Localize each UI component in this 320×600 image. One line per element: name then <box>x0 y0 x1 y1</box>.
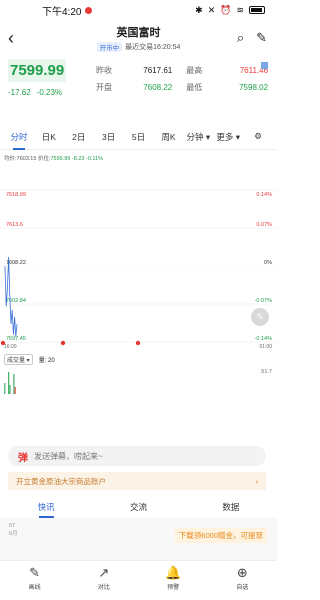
danmu-placeholder: 发送弹幕，唠起来~ <box>34 451 103 461</box>
open-value: 7608.22 <box>143 82 173 92</box>
news-area: 07 6月 下载领6000赠金，可提现 <box>0 518 277 560</box>
volume-bar <box>9 385 11 394</box>
y-tick-label: 7618.99 <box>6 192 26 198</box>
account-ad-banner[interactable]: 开立黄金原油大宗商品账户 › <box>8 472 266 490</box>
draw-tool-icon[interactable]: ✎ <box>251 308 269 326</box>
tab-flash-news[interactable]: 快讯 <box>0 496 92 518</box>
y-tick-label-right: 0.14% <box>256 192 272 198</box>
battery-icon <box>249 6 265 14</box>
last-trade-time: 最近交易16:20:54 <box>125 44 181 51</box>
edit-icon[interactable]: ✎ <box>256 30 267 46</box>
x-tick-label: 16:00 <box>4 344 17 350</box>
current-price: 7599.99 <box>8 59 66 82</box>
tab-3day[interactable]: 3日 <box>94 131 124 143</box>
tab-more[interactable]: 更多 ▾ <box>213 131 243 143</box>
status-time: 下午4:20 <box>42 6 82 18</box>
bell-icon: 🔔 <box>165 565 182 580</box>
alarm-icon: ⏰ <box>220 4 232 15</box>
tab-intraday[interactable]: 分时 <box>4 131 34 150</box>
low-value: 7598.02 <box>239 82 269 92</box>
x-tick-label: 01:00 <box>259 344 272 350</box>
volume-label: 量: 20 <box>38 358 55 364</box>
tab-discussion[interactable]: 交流 <box>92 496 184 518</box>
y-tick-label-right: -0.07% <box>255 298 273 304</box>
tab-daily-k[interactable]: 日K <box>34 131 64 143</box>
low-label: 最低 <box>186 82 203 92</box>
watchlist-button[interactable]: ⊕ 自选 <box>208 561 277 600</box>
event-marker <box>135 340 141 346</box>
mute-icon: ✕ <box>207 4 216 15</box>
draw-line-button[interactable]: ✎ 画线 <box>0 561 69 600</box>
volume-bar <box>4 383 6 394</box>
volume-bar <box>8 372 10 394</box>
content-tabs: 快讯 交流 数据 <box>0 496 277 518</box>
wifi-icon: ≋ <box>236 4 244 15</box>
alert-button[interactable]: 🔔 预警 <box>139 561 208 600</box>
y-tick-label-right: -0.14% <box>255 336 273 342</box>
price-change-pct: -0.23% <box>36 88 63 97</box>
bottom-toolbar: ✎ 画线 ↗ 对比 🔔 预警 ⊕ 自选 <box>0 560 277 600</box>
notification-dot-icon <box>85 6 93 14</box>
search-icon[interactable]: ⌕ <box>237 30 244 46</box>
tab-2day[interactable]: 2日 <box>64 131 94 143</box>
avg-price-line: 均价:7603.15 价位:7599.99 -8.23 -0.11% <box>4 156 104 162</box>
prev-close-label: 昨收 <box>96 65 112 75</box>
chevron-right-icon: › <box>255 476 259 486</box>
high-value: 7611.46 <box>239 65 269 75</box>
volume-bar <box>13 374 15 394</box>
status-bar: 下午4:20 ✱ ✕ ⏰ ≋ <box>0 0 277 20</box>
volume-selector[interactable]: 成交量 ▾ <box>4 354 33 365</box>
price-change: -17.62 <box>8 88 31 97</box>
high-label: 最高 <box>186 65 203 75</box>
back-icon[interactable]: ‹ <box>8 28 14 49</box>
download-promo[interactable]: 下载领6000赠金，可提现 <box>174 528 267 543</box>
open-label: 开盘 <box>96 82 112 92</box>
tab-5day[interactable]: 5日 <box>124 131 154 143</box>
add-watchlist-icon: ⊕ <box>236 565 248 580</box>
price-series-line <box>4 256 18 337</box>
compare-chart-icon: ↗ <box>98 565 110 580</box>
y-tick-label: 7602.84 <box>6 298 26 304</box>
y-tick-label: 7597.45 <box>6 336 26 342</box>
page-title: 英国富时 <box>116 27 161 39</box>
y-tick-label-right: 0.07% <box>256 222 272 228</box>
y-tick-label-right: 0% <box>264 260 272 266</box>
danmu-icon: 弹 <box>18 452 28 464</box>
event-marker <box>60 340 66 346</box>
prev-close-value: 7617.61 <box>143 65 173 75</box>
expand-icon[interactable] <box>261 62 268 69</box>
quote-panel: 7599.99 -17.62 -0.23% 昨收 7617.61 最高 7611… <box>0 56 277 106</box>
volume-bar <box>14 387 16 394</box>
y-tick-label: 7613.6 <box>6 222 23 228</box>
danmu-input[interactable]: 弹 发送弹幕，唠起来~ <box>8 446 266 466</box>
settings-icon[interactable]: ⚙ <box>243 131 273 142</box>
market-status-badge: 开市中 <box>96 42 123 52</box>
tab-weekly-k[interactable]: 周K <box>153 131 183 143</box>
tab-data[interactable]: 数据 <box>185 496 277 518</box>
nav-bar: ‹ 英国富时 开市中 最近交易16:20:54 ⌕ ✎ <box>0 20 277 56</box>
volume-axis-label: 51.7 <box>261 369 272 375</box>
tab-minute[interactable]: 分钟 ▾ <box>183 131 213 143</box>
period-tabs: 分时 日K 2日 3日 5日 周K 分钟 ▾ 更多 ▾ ⚙ <box>0 124 277 150</box>
compare-button[interactable]: ↗ 对比 <box>69 561 138 600</box>
pen-icon: ✎ <box>29 565 41 580</box>
news-date: 07 6月 <box>9 523 18 537</box>
bluetooth-icon: ✱ <box>195 4 203 15</box>
volume-header: 成交量 ▾ 量: 20 <box>4 354 55 365</box>
event-marker <box>0 340 6 346</box>
